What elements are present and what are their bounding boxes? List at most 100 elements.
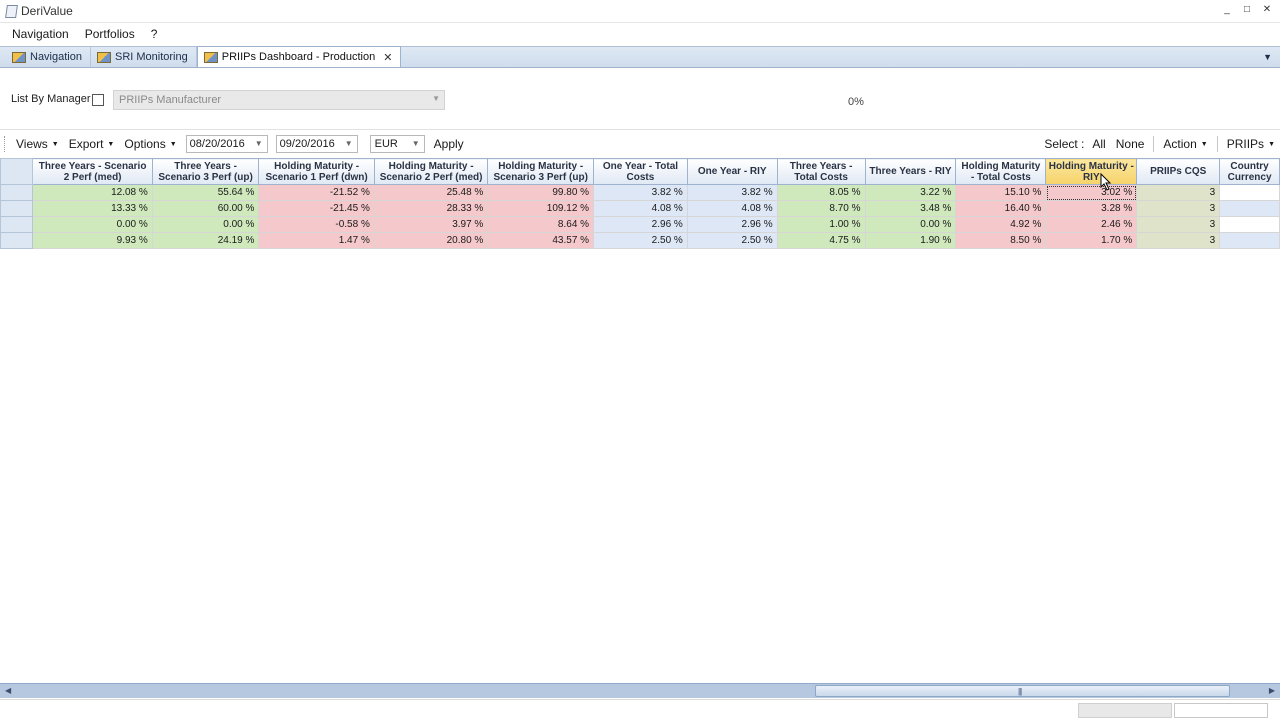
table-cell[interactable]: 8.50 % — [955, 232, 1047, 249]
priips-manufacturer-select[interactable]: PRIIPs Manufacturer ▼ — [113, 90, 445, 110]
apply-button[interactable]: Apply — [429, 137, 469, 151]
table-cell[interactable]: 25.48 % — [373, 184, 489, 201]
table-cell[interactable] — [1219, 184, 1280, 201]
minimize-button[interactable]: _ — [1220, 3, 1234, 17]
column-header[interactable]: Three Years - Scenario 3 Perf (up) — [151, 158, 260, 185]
table-cell[interactable]: 16.40 % — [955, 200, 1047, 217]
priips-data-grid[interactable]: Three Years - Scenario 2 Perf (med) Thre… — [0, 158, 1280, 682]
toolbar-grip[interactable] — [4, 136, 7, 152]
table-cell[interactable]: 3.28 % — [1045, 200, 1138, 217]
table-cell[interactable]: 2.50 % — [686, 232, 778, 249]
row-indicator[interactable] — [0, 216, 34, 233]
table-cell[interactable]: 3 — [1136, 200, 1221, 217]
scroll-left-icon[interactable]: ◀ — [5, 686, 11, 695]
table-cell[interactable]: 9.93 % — [32, 232, 153, 249]
table-cell[interactable]: 3.48 % — [864, 200, 957, 217]
table-cell[interactable]: 3.22 % — [864, 184, 957, 201]
close-button[interactable]: ✕ — [1260, 3, 1274, 17]
table-cell[interactable]: 2.96 % — [593, 216, 688, 233]
select-none-button[interactable]: None — [1111, 137, 1150, 151]
action-button[interactable]: Action ▼ — [1158, 137, 1212, 151]
maximize-button[interactable]: □ — [1240, 3, 1254, 17]
table-cell[interactable]: 1.90 % — [864, 232, 957, 249]
table-cell[interactable]: 13.33 % — [32, 200, 153, 217]
table-cell[interactable]: 15.10 % — [955, 184, 1047, 201]
menu-navigation[interactable]: Navigation — [4, 27, 77, 41]
table-cell[interactable]: 3 — [1136, 184, 1221, 201]
table-cell[interactable] — [1219, 200, 1280, 217]
column-header[interactable]: Holding Maturity - Scenario 1 Perf (dwn) — [258, 158, 375, 185]
table-cell[interactable]: -21.45 % — [258, 200, 375, 217]
tab-priips-dashboard[interactable]: PRIIPs Dashboard - Production ✕ — [196, 46, 402, 67]
table-cell[interactable]: 0.00 % — [151, 216, 260, 233]
row-indicator[interactable] — [0, 184, 34, 201]
column-header[interactable]: Holding Maturity - Scenario 3 Perf (up) — [487, 158, 595, 185]
table-cell[interactable] — [1219, 216, 1280, 233]
table-cell[interactable]: 2.50 % — [593, 232, 688, 249]
table-cell[interactable]: 1.70 % — [1045, 232, 1138, 249]
tab-close-icon[interactable]: ✕ — [383, 51, 392, 64]
export-button[interactable]: Export ▼ — [64, 137, 120, 151]
table-cell[interactable]: 12.08 % — [32, 184, 153, 201]
list-by-manager-checkbox[interactable] — [92, 94, 104, 106]
table-row[interactable]: 9.93 % 24.19 % 1.47 % 20.80 % 43.57 % 2.50 % 2… — [0, 232, 1280, 249]
scroll-right-icon[interactable]: ▶ — [1269, 686, 1275, 695]
priips-button[interactable]: PRIIPs ▼ — [1222, 137, 1280, 151]
table-cell[interactable]: 4.08 % — [593, 200, 688, 217]
row-indicator[interactable] — [0, 232, 34, 249]
column-header[interactable]: PRIIPs CQS — [1136, 158, 1221, 185]
menu-portfolios[interactable]: Portfolios — [77, 27, 143, 41]
table-cell[interactable]: -0.58 % — [258, 216, 375, 233]
table-cell[interactable]: 3 — [1136, 216, 1221, 233]
column-header-selected[interactable]: Holding Maturity - RIY — [1045, 158, 1138, 185]
options-button[interactable]: Options ▼ — [119, 137, 181, 151]
table-cell[interactable]: 8.70 % — [776, 200, 866, 217]
column-header[interactable]: Three Years - Total Costs — [776, 158, 866, 185]
select-all-button[interactable]: All — [1087, 137, 1110, 151]
tab-navigation[interactable]: Navigation — [6, 47, 91, 67]
tab-list-dropdown-icon[interactable]: ▼ — [1263, 52, 1272, 62]
table-cell[interactable]: 55.64 % — [151, 184, 260, 201]
date-from-field[interactable]: 08/20/2016 ▼ — [185, 135, 268, 153]
table-cell[interactable]: 2.46 % — [1045, 216, 1138, 233]
column-header[interactable]: Holding Maturity - Total Costs — [955, 158, 1047, 185]
menu-help[interactable]: ? — [143, 27, 166, 41]
tab-sri-monitoring[interactable]: SRI Monitoring — [91, 47, 197, 67]
date-to-field[interactable]: 09/20/2016 ▼ — [275, 135, 358, 153]
column-header[interactable]: Country Currency — [1219, 158, 1280, 185]
table-cell[interactable]: 28.33 % — [373, 200, 489, 217]
row-indicator-header[interactable] — [0, 158, 34, 185]
table-cell[interactable] — [1219, 232, 1280, 249]
table-cell[interactable]: 60.00 % — [151, 200, 260, 217]
table-cell[interactable]: 3.97 % — [373, 216, 489, 233]
table-cell[interactable]: 24.19 % — [151, 232, 260, 249]
table-cell[interactable]: 3.02 % — [1045, 184, 1138, 201]
table-cell[interactable]: 0.00 % — [864, 216, 957, 233]
table-row[interactable]: 0.00 % 0.00 % -0.58 % 3.97 % 8.64 % 2.96 % 2.9… — [0, 216, 1280, 233]
table-cell[interactable]: 3 — [1136, 232, 1221, 249]
table-cell[interactable]: 4.75 % — [776, 232, 866, 249]
currency-select[interactable]: EUR ▼ — [369, 135, 425, 153]
column-header[interactable]: Three Years - Scenario 2 Perf (med) — [32, 158, 153, 185]
row-indicator[interactable] — [0, 200, 34, 217]
column-header[interactable]: Three Years - RIY — [864, 158, 957, 185]
column-header[interactable]: Holding Maturity - Scenario 2 Perf (med) — [373, 158, 489, 185]
table-cell[interactable]: 4.08 % — [686, 200, 778, 217]
table-cell[interactable]: 20.80 % — [373, 232, 489, 249]
table-cell[interactable]: 3.82 % — [686, 184, 778, 201]
column-header[interactable]: One Year - RIY — [686, 158, 778, 185]
table-cell[interactable]: 8.64 % — [487, 216, 595, 233]
table-cell[interactable]: 4.92 % — [955, 216, 1047, 233]
table-row[interactable]: 12.08 % 55.64 % -21.52 % 25.48 % 99.80 % 3.82… — [0, 184, 1280, 201]
table-cell[interactable]: 1.00 % — [776, 216, 866, 233]
table-cell[interactable]: -21.52 % — [258, 184, 375, 201]
views-button[interactable]: Views ▼ — [11, 137, 64, 151]
table-cell[interactable]: 3.82 % — [593, 184, 688, 201]
table-row[interactable]: 13.33 % 60.00 % -21.45 % 28.33 % 109.12 % 4.0… — [0, 200, 1280, 217]
horizontal-scrollbar[interactable]: ◀ ||| ▶ — [0, 683, 1280, 698]
table-cell[interactable]: 109.12 % — [487, 200, 595, 217]
table-cell[interactable]: 43.57 % — [487, 232, 595, 249]
table-cell[interactable]: 0.00 % — [32, 216, 153, 233]
scrollbar-thumb[interactable] — [815, 685, 1230, 697]
table-cell[interactable]: 2.96 % — [686, 216, 778, 233]
